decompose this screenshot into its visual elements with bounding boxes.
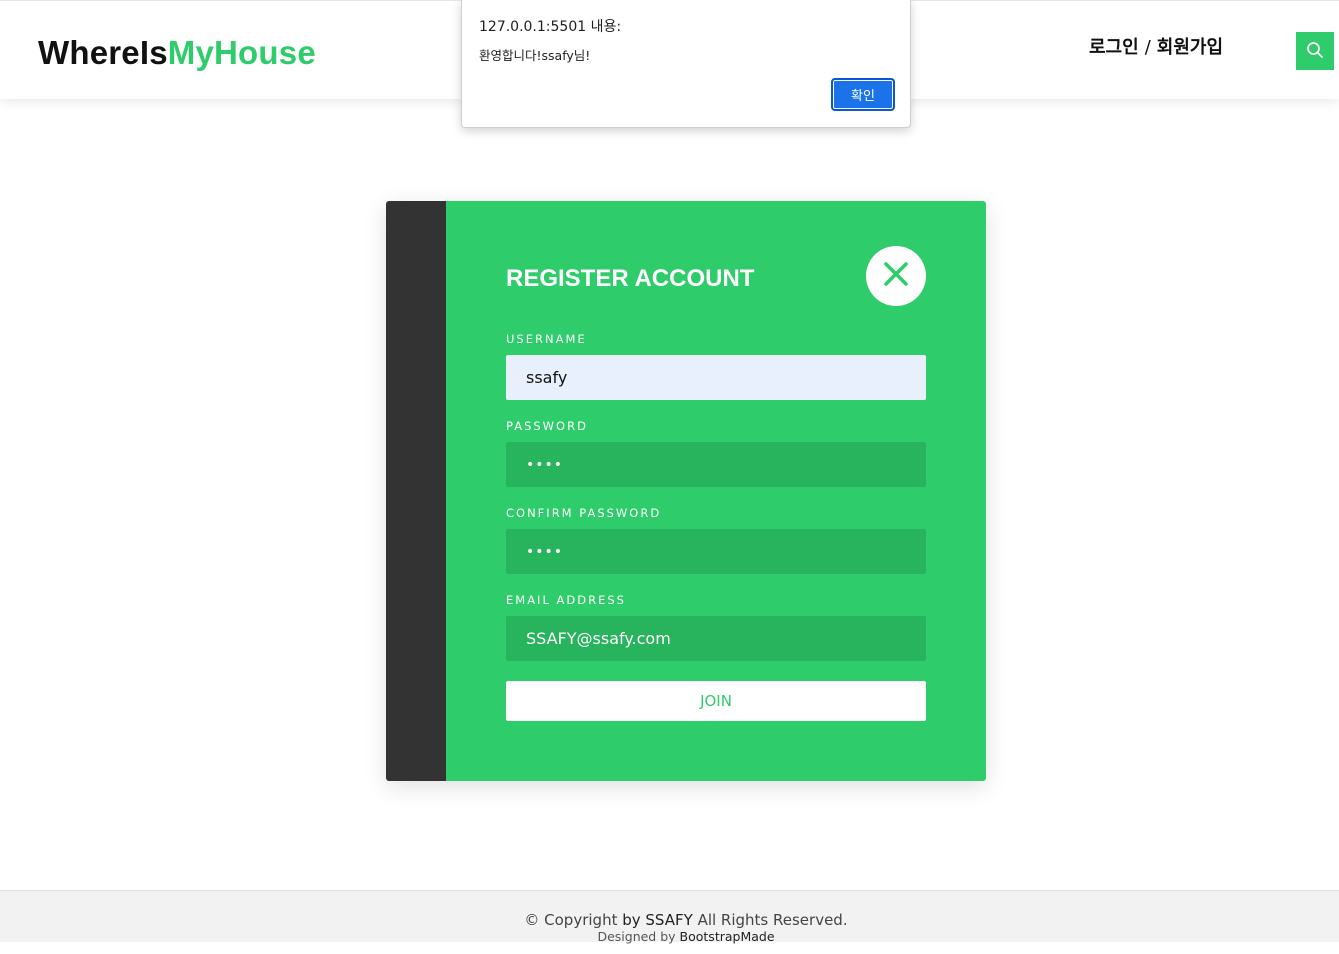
copyright-prefix: © Copyright bbox=[524, 911, 618, 929]
footer-copyright: © Copyright by SSAFY All Rights Reserved… bbox=[0, 911, 1339, 929]
email-value: SSAFY@ssafy.com bbox=[526, 629, 671, 648]
copyright-suffix: All Rights Reserved. bbox=[697, 911, 848, 929]
confirm-password-value: •••• bbox=[526, 543, 564, 560]
logo-text-accent: MyHouse bbox=[167, 34, 316, 71]
alert-title: 127.0.0.1:5501 내용: bbox=[479, 19, 622, 35]
register-card: REGISTER ACCOUNT USERNAME ssafy PASSWORD… bbox=[446, 201, 986, 781]
designed-by-prefix: Designed by bbox=[597, 929, 676, 944]
confirm-password-input[interactable]: •••• bbox=[506, 529, 926, 574]
email-label: EMAIL ADDRESS bbox=[506, 593, 626, 607]
auth-nav: 로그인 / 회원가입 bbox=[1089, 33, 1223, 59]
email-input[interactable]: SSAFY@ssafy.com bbox=[506, 616, 926, 661]
username-value: ssafy bbox=[526, 368, 568, 387]
password-input[interactable]: •••• bbox=[506, 442, 926, 487]
copyright-by: by SSAFY bbox=[622, 911, 693, 929]
login-link[interactable]: 로그인 bbox=[1089, 37, 1139, 58]
signup-link[interactable]: 회원가입 bbox=[1157, 37, 1223, 58]
auth-separator: / bbox=[1144, 37, 1151, 58]
designed-by-link[interactable]: BootstrapMade bbox=[680, 929, 775, 944]
close-button[interactable] bbox=[866, 246, 926, 306]
password-label: PASSWORD bbox=[506, 419, 588, 433]
join-button[interactable]: JOIN bbox=[506, 681, 926, 721]
password-value: •••• bbox=[526, 456, 564, 473]
search-button[interactable] bbox=[1296, 32, 1334, 70]
register-card-side-panel bbox=[386, 201, 446, 781]
close-icon bbox=[883, 261, 909, 291]
alert-message: 환영합니다!ssafy님! bbox=[479, 48, 591, 63]
register-title: REGISTER ACCOUNT bbox=[506, 265, 755, 292]
alert-ok-button[interactable]: 확인 bbox=[831, 78, 895, 111]
site-logo[interactable]: WhereIsMyHouse bbox=[38, 34, 316, 72]
footer-designed-by: Designed by BootstrapMade bbox=[0, 929, 1339, 944]
search-icon bbox=[1306, 41, 1324, 62]
logo-text-primary: WhereIs bbox=[38, 34, 168, 71]
username-input[interactable]: ssafy bbox=[506, 355, 926, 400]
site-footer: © Copyright by SSAFY All Rights Reserved… bbox=[0, 890, 1339, 944]
confirm-password-label: CONFIRM PASSWORD bbox=[506, 506, 662, 520]
alert-dialog: 127.0.0.1:5501 내용: 환영합니다!ssafy님! 확인 bbox=[461, 0, 911, 128]
username-label: USERNAME bbox=[506, 332, 587, 346]
